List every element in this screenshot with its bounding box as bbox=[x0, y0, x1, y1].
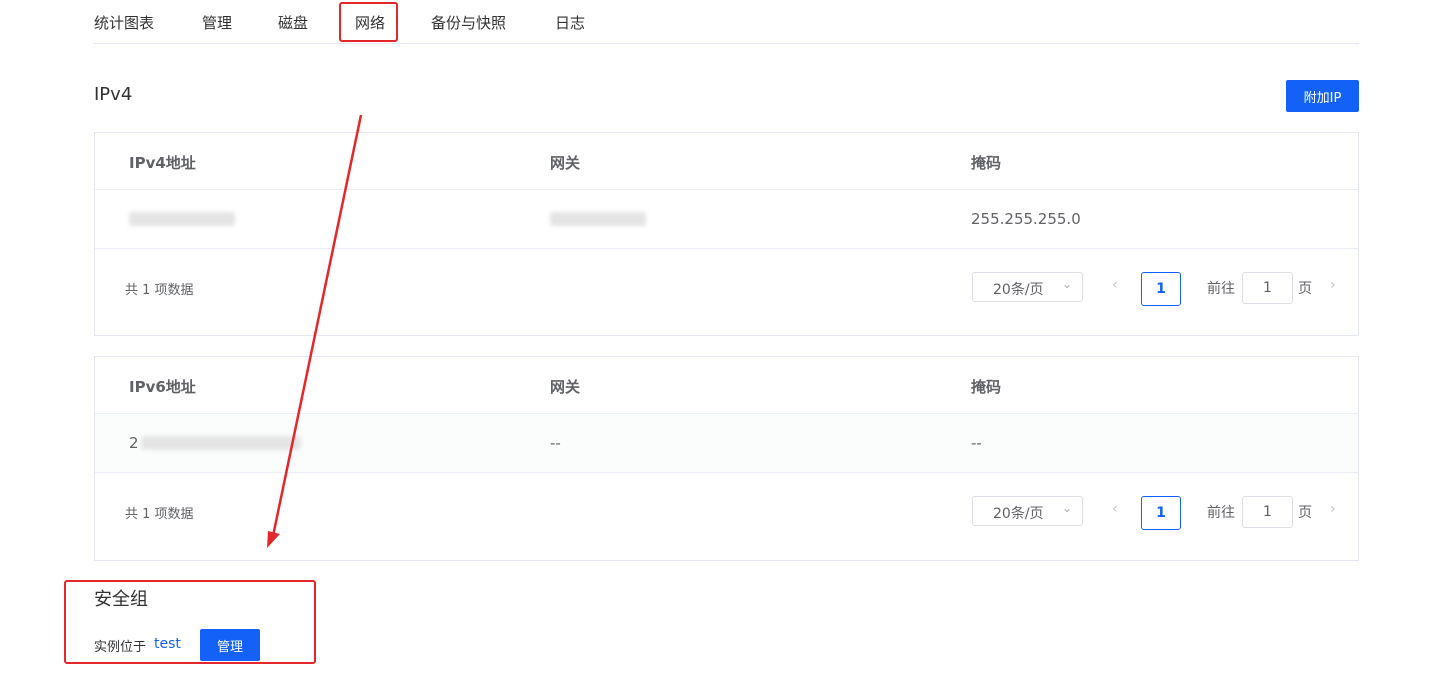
page-number-button[interactable]: 1 bbox=[1141, 272, 1181, 306]
chevron-right-icon[interactable]: › bbox=[1330, 277, 1336, 293]
table-row: 2 -- -- bbox=[95, 414, 1358, 473]
goto-page-input[interactable] bbox=[1242, 496, 1293, 528]
manage-security-group-button[interactable]: 管理 bbox=[200, 629, 260, 661]
ipv4-section-title: IPv4 bbox=[94, 84, 133, 105]
security-group-title: 安全组 bbox=[94, 589, 148, 610]
total-count: 共 1 项数据 bbox=[125, 507, 194, 522]
goto-label: 前往 bbox=[1207, 281, 1235, 297]
chevron-left-icon[interactable]: ‹ bbox=[1112, 501, 1118, 517]
page-size-value: 20条/页 bbox=[993, 506, 1044, 522]
column-header-gateway: 网关 bbox=[550, 154, 581, 172]
tab-bar: 统计图表 管理 磁盘 网络 备份与快照 日志 bbox=[94, 0, 1359, 44]
redacted-gateway bbox=[550, 212, 646, 226]
instance-location-label: 实例位于 bbox=[94, 640, 147, 655]
attach-ip-button[interactable]: 附加IP bbox=[1286, 80, 1359, 112]
column-header-gateway: 网关 bbox=[550, 378, 581, 396]
active-tab-annotation-box bbox=[339, 2, 398, 42]
tab-backup-snapshot[interactable]: 备份与快照 bbox=[431, 12, 506, 33]
pagination: 共 1 项数据 20条/页 ⌄ ‹ 1 前往 页 › bbox=[95, 473, 1358, 560]
redacted-ipv4-address bbox=[129, 212, 235, 226]
annotation-arrow bbox=[267, 114, 363, 548]
redacted-ipv6-address bbox=[141, 436, 301, 450]
ipv4-table: IPv4地址 网关 掩码 255.255.255.0 共 1 项数据 20条/页… bbox=[94, 132, 1359, 336]
column-header-mask: 掩码 bbox=[971, 378, 1002, 396]
goto-page-input[interactable] bbox=[1242, 272, 1293, 304]
table-row: 255.255.255.0 bbox=[95, 190, 1358, 249]
column-header-ipv4-address: IPv4地址 bbox=[129, 154, 196, 172]
column-header-mask: 掩码 bbox=[971, 154, 1002, 172]
goto-label: 前往 bbox=[1207, 505, 1235, 521]
page-number-button[interactable]: 1 bbox=[1141, 496, 1181, 530]
ipv6-table: IPv6地址 网关 掩码 2 -- -- 共 1 项数据 20条/页 ⌄ ‹ 1… bbox=[94, 356, 1359, 561]
instance-location-link[interactable]: test bbox=[154, 636, 181, 652]
page-size-select[interactable]: 20条/页 ⌄ bbox=[972, 496, 1083, 526]
total-count: 共 1 项数据 bbox=[125, 283, 194, 298]
column-header-ipv6-address: IPv6地址 bbox=[129, 378, 196, 396]
gateway-value: -- bbox=[550, 434, 561, 452]
chevron-down-icon: ⌄ bbox=[1061, 501, 1072, 515]
table-header: IPv6地址 网关 掩码 bbox=[95, 357, 1358, 414]
chevron-down-icon: ⌄ bbox=[1061, 277, 1072, 291]
goto-suffix: 页 bbox=[1298, 281, 1312, 297]
tab-logs[interactable]: 日志 bbox=[555, 12, 585, 33]
network-page: 统计图表 管理 磁盘 网络 备份与快照 日志 IPv4 附加IP IPv4地址 … bbox=[0, 0, 1436, 674]
page-size-select[interactable]: 20条/页 ⌄ bbox=[972, 272, 1083, 302]
chevron-left-icon[interactable]: ‹ bbox=[1112, 277, 1118, 293]
goto-suffix: 页 bbox=[1298, 505, 1312, 521]
tab-manage[interactable]: 管理 bbox=[202, 12, 232, 33]
mask-value: -- bbox=[971, 434, 982, 452]
tab-charts[interactable]: 统计图表 bbox=[94, 12, 154, 33]
chevron-right-icon[interactable]: › bbox=[1330, 501, 1336, 517]
page-size-value: 20条/页 bbox=[993, 282, 1044, 298]
pagination: 共 1 项数据 20条/页 ⌄ ‹ 1 前往 页 › bbox=[95, 249, 1358, 336]
tab-disk[interactable]: 磁盘 bbox=[278, 12, 308, 33]
ipv6-address-prefix: 2 bbox=[129, 434, 139, 452]
mask-value: 255.255.255.0 bbox=[971, 210, 1081, 228]
table-header: IPv4地址 网关 掩码 bbox=[95, 133, 1358, 190]
